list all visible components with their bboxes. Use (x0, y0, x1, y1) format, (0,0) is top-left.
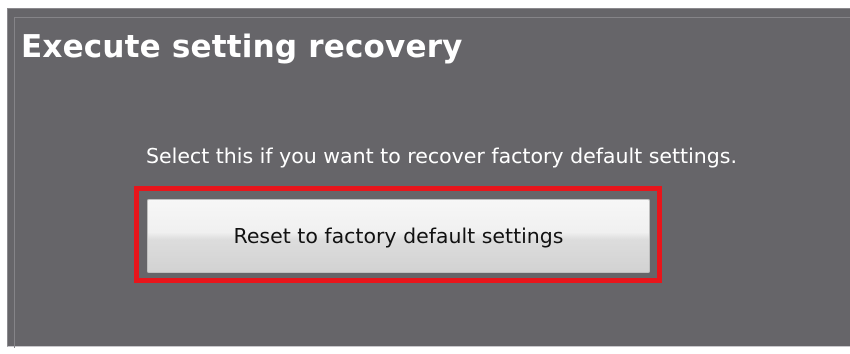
section-title: Execute setting recovery (21, 29, 463, 65)
section-description: Select this if you want to recover facto… (146, 144, 737, 168)
reset-to-factory-defaults-button[interactable]: Reset to factory default settings (147, 199, 650, 273)
